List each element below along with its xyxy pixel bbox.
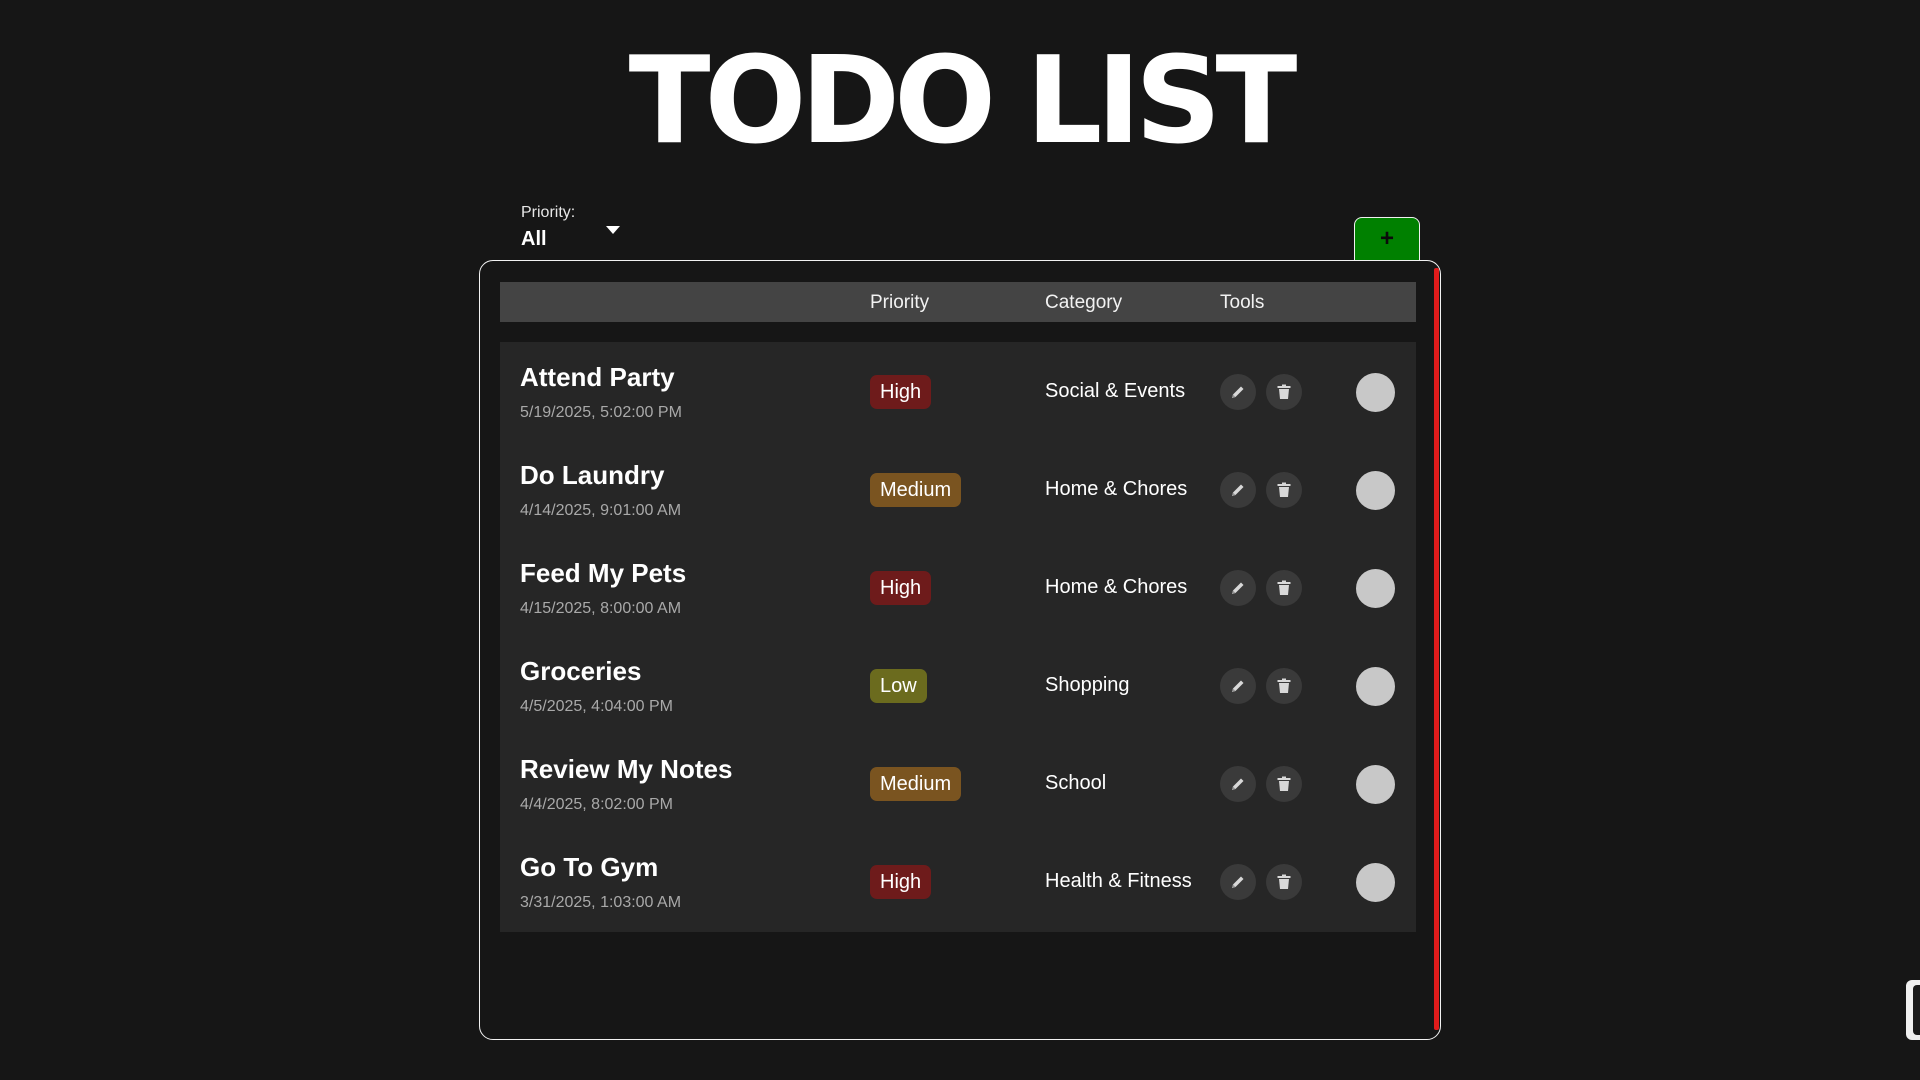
task-row: Do Laundry 4/14/2025, 9:01:00 AM Medium … <box>500 440 1416 540</box>
task-row: Groceries 4/5/2025, 4:04:00 PM Low Shopp… <box>500 636 1416 736</box>
task-row: Feed My Pets 4/15/2025, 8:00:00 AM High … <box>500 538 1416 638</box>
priority-badge: Medium <box>870 767 962 801</box>
edit-button[interactable] <box>1220 668 1256 704</box>
delete-button[interactable] <box>1266 374 1302 410</box>
task-title: Go To Gym <box>520 852 659 882</box>
page-title: TODO LIST <box>628 32 1298 171</box>
page-scrollbar-thumb[interactable] <box>1913 985 1920 1035</box>
priority-filter-dropdown[interactable]: Priority: All <box>521 204 621 254</box>
task-date: 3/31/2025, 1:03:00 AM <box>520 894 682 911</box>
task-title: Do Laundry <box>520 460 665 490</box>
complete-toggle[interactable] <box>1356 863 1395 902</box>
task-title: Feed My Pets <box>520 558 687 588</box>
task-date: 5/19/2025, 5:02:00 PM <box>520 404 682 421</box>
task-date: 4/15/2025, 8:00:00 AM <box>520 600 682 617</box>
complete-toggle[interactable] <box>1356 373 1395 412</box>
complete-toggle[interactable] <box>1356 765 1395 804</box>
pencil-icon <box>1232 778 1244 790</box>
pencil-icon <box>1232 484 1244 496</box>
priority-badge: Low <box>870 669 927 703</box>
trash-icon <box>1277 580 1291 595</box>
task-date: 4/4/2025, 8:02:00 PM <box>520 796 673 813</box>
delete-button[interactable] <box>1266 570 1302 606</box>
delete-button[interactable] <box>1266 864 1302 900</box>
priority-badge: High <box>870 571 932 605</box>
delete-button[interactable] <box>1266 766 1302 802</box>
task-category: Shopping <box>1045 674 1130 696</box>
complete-toggle[interactable] <box>1356 667 1395 706</box>
priority-badge: Medium <box>870 473 962 507</box>
delete-button[interactable] <box>1266 472 1302 508</box>
complete-toggle[interactable] <box>1356 471 1395 510</box>
trash-icon <box>1277 776 1291 791</box>
pencil-icon <box>1232 680 1244 692</box>
task-category: Health & Fitness <box>1045 870 1192 892</box>
task-category: School <box>1045 772 1107 794</box>
edit-button[interactable] <box>1220 766 1256 802</box>
task-row: Review My Notes 4/4/2025, 8:02:00 PM Med… <box>500 734 1416 834</box>
add-task-button[interactable]: + <box>1354 217 1420 263</box>
column-header-priority: Priority <box>870 292 930 313</box>
task-date: 4/5/2025, 4:04:00 PM <box>520 698 673 715</box>
priority-badge: High <box>870 865 932 899</box>
table-header: Priority Category Tools <box>500 282 1416 322</box>
task-row: Attend Party 5/19/2025, 5:02:00 PM High … <box>500 342 1416 442</box>
task-panel: Priority Category Tools Attend Party 5/1… <box>479 260 1441 1040</box>
task-title: Groceries <box>520 656 642 686</box>
task-title: Attend Party <box>520 362 675 392</box>
task-category: Home & Chores <box>1045 478 1188 500</box>
trash-icon <box>1277 874 1291 889</box>
pencil-icon <box>1232 876 1244 888</box>
column-header-category: Category <box>1045 292 1123 313</box>
trash-icon <box>1277 678 1291 693</box>
task-row: Go To Gym 3/31/2025, 1:03:00 AM High Hea… <box>500 832 1416 932</box>
task-title: Review My Notes <box>520 754 733 784</box>
pencil-icon <box>1232 386 1244 398</box>
todo-page: TODO LIST Priority: All + Priority Categ… <box>0 0 1920 1080</box>
priority-filter-caption: Priority: <box>521 204 576 221</box>
priority-badge: High <box>870 375 932 409</box>
edit-button[interactable] <box>1220 472 1256 508</box>
complete-toggle[interactable] <box>1356 569 1395 608</box>
trash-icon <box>1277 482 1291 497</box>
caret-down-icon <box>606 226 620 234</box>
trash-icon <box>1277 384 1291 399</box>
task-date: 4/14/2025, 9:01:00 AM <box>520 502 682 519</box>
column-header-tools: Tools <box>1220 292 1265 313</box>
edit-button[interactable] <box>1220 864 1256 900</box>
edit-button[interactable] <box>1220 374 1256 410</box>
delete-button[interactable] <box>1266 668 1302 704</box>
pencil-icon <box>1232 582 1244 594</box>
panel-scrollbar[interactable] <box>1434 268 1439 1030</box>
task-category: Social & Events <box>1045 380 1186 402</box>
edit-button[interactable] <box>1220 570 1256 606</box>
task-category: Home & Chores <box>1045 576 1188 598</box>
